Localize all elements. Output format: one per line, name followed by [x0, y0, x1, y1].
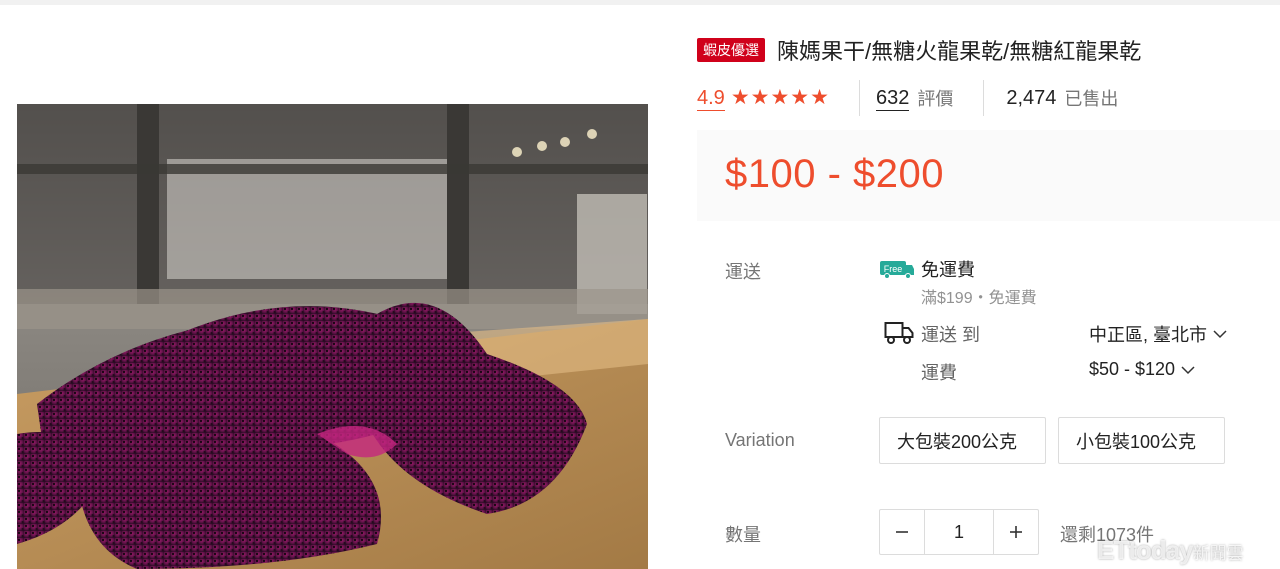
ship-to-label: 運送 到	[921, 325, 981, 345]
ship-to-value: 中正區, 臺北市	[1089, 325, 1208, 345]
product-info-panel: 蝦皮優選 陳媽果干/無糖火龍果乾/無糖紅龍果乾 4.9 ★ ★ ★ ★ ★ 63…	[697, 0, 1280, 569]
minus-icon	[896, 531, 908, 533]
increase-quantity-button[interactable]	[994, 510, 1038, 554]
chevron-down-icon	[1213, 330, 1227, 339]
product-image[interactable]	[17, 104, 648, 569]
quantity-input[interactable]: 1	[924, 510, 994, 554]
variation-option-label: 小包裝100公克	[1076, 431, 1197, 452]
truck-icon	[884, 322, 914, 344]
ship-to-selector[interactable]: 中正區, 臺北市	[1089, 321, 1227, 347]
stats-divider	[858, 80, 860, 116]
reviews-label[interactable]: 評價	[917, 85, 953, 111]
rating-stars[interactable]: ★ ★ ★ ★ ★	[731, 86, 829, 110]
star-icon: ★	[770, 86, 790, 109]
plus-icon	[1010, 526, 1022, 538]
star-icon: ★	[730, 86, 750, 109]
quantity-stepper: 1	[879, 509, 1039, 555]
free-shipping-icon: Free	[880, 261, 914, 279]
chevron-down-icon	[1181, 365, 1195, 374]
title-row: 蝦皮優選 陳媽果干/無糖火龍果乾/無糖紅龍果乾	[697, 34, 1141, 66]
product-stats: 4.9 ★ ★ ★ ★ ★ 632 評價 2,474 已售出	[697, 80, 1119, 116]
product-photo-illustration	[17, 104, 648, 569]
watermark-suffix: 新聞雲	[1192, 544, 1244, 563]
sold-label: 已售出	[1064, 89, 1119, 109]
star-icon: ★	[790, 86, 810, 109]
star-icon: ★	[810, 86, 829, 109]
variation-option-label: 大包裝200公克	[897, 431, 1018, 452]
watermark-brand: ETtoday	[1097, 535, 1194, 565]
quantity-label: 數量	[725, 525, 761, 545]
price-section: $100 - $200	[697, 130, 1280, 221]
ettoday-watermark: ETtoday新聞雲	[1097, 535, 1244, 566]
stats-divider	[983, 80, 985, 116]
shipping-label: 運送	[725, 262, 761, 282]
decrease-quantity-button[interactable]	[880, 510, 924, 554]
price-range: $100 - $200	[725, 152, 945, 196]
product-title: 陳媽果干/無糖火龍果乾/無糖紅龍果乾	[777, 39, 1142, 64]
free-shipping-condition: 滿$199・免運費	[921, 290, 1037, 307]
free-badge-text: Free	[884, 264, 903, 274]
preferred-seller-badge: 蝦皮優選	[697, 38, 765, 62]
free-shipping-title: 免運費	[921, 260, 975, 280]
sold-count: 2,474	[1006, 87, 1057, 109]
variation-label: Variation	[725, 430, 795, 450]
star-icon: ★	[750, 86, 770, 109]
reviews-count[interactable]: 632	[875, 86, 910, 111]
shipping-fee-label: 運費	[921, 363, 957, 383]
rating-score[interactable]: 4.9	[697, 86, 725, 111]
shipping-fee-selector[interactable]: $50 - $120	[1089, 359, 1195, 380]
variation-option-small[interactable]: 小包裝100公克	[1058, 417, 1225, 464]
variation-option-large[interactable]: 大包裝200公克	[879, 417, 1046, 464]
shipping-fee-value: $50 - $120	[1089, 359, 1176, 379]
